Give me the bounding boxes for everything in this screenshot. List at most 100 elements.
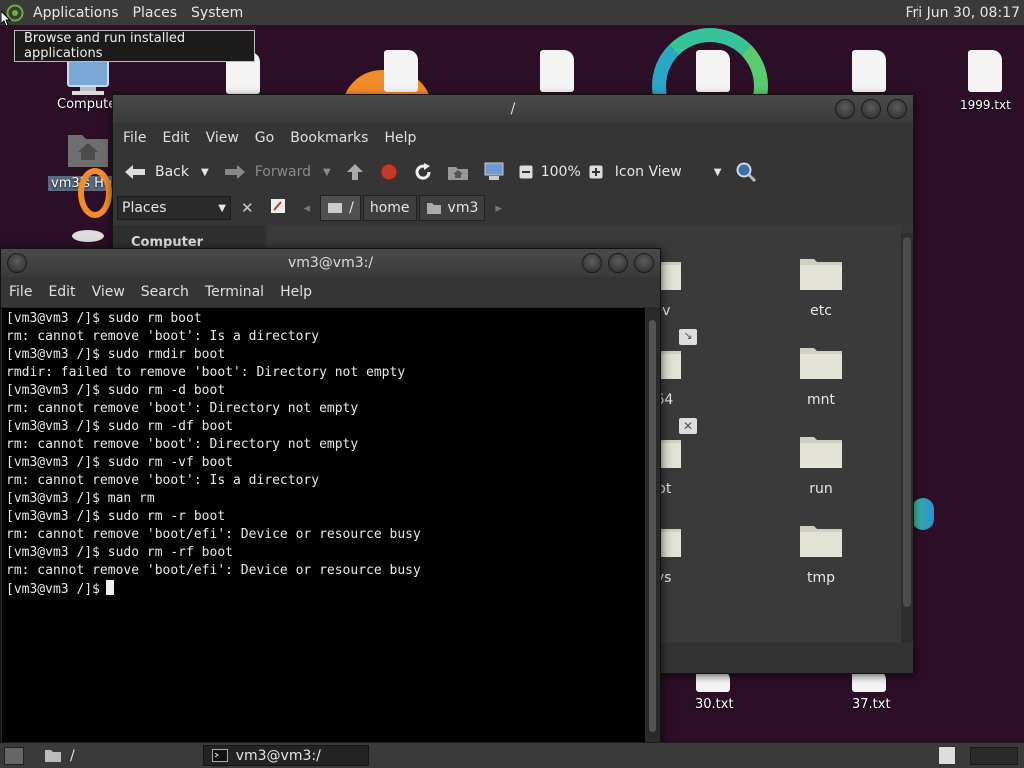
places-label: Places [122, 200, 167, 216]
forward-label: Forward [254, 164, 312, 180]
home-desktop-icon[interactable] [66, 129, 110, 173]
workspace-switcher[interactable] [970, 747, 1018, 765]
clock[interactable]: Fri Jun 30, 08:17 [905, 0, 1020, 25]
folder-run[interactable]: run [776, 433, 866, 497]
home-button[interactable] [447, 163, 469, 181]
window-title: vm3@vm3:/ [287, 255, 374, 271]
text-file-icon[interactable] [968, 50, 1002, 92]
scrollbar-thumb[interactable] [649, 320, 656, 732]
back-arrow-icon [125, 165, 145, 179]
back-history-dropdown-icon[interactable]: ▼ [201, 167, 209, 178]
sidebar-places-select[interactable]: Places ▼ [117, 196, 231, 220]
menu-terminal[interactable]: Terminal [197, 284, 272, 300]
computer-icon [67, 59, 109, 95]
view-mode-select[interactable]: Icon View ▼ [615, 164, 722, 180]
breadcrumb-home-label: home [369, 200, 410, 216]
search-button[interactable] [735, 161, 757, 183]
menu-view[interactable]: View [198, 130, 247, 146]
breadcrumb-root[interactable]: / [320, 195, 361, 221]
forward-button[interactable]: Forward ▼ [223, 162, 331, 182]
stop-button[interactable] [379, 162, 399, 182]
breadcrumb-home[interactable]: home [362, 195, 417, 221]
zoom-in-button[interactable] [589, 165, 603, 179]
back-button[interactable]: Back ▼ [123, 162, 209, 182]
folder-etc[interactable]: etc [776, 255, 866, 319]
desktop-app-icon-blue [912, 498, 934, 530]
menu-edit[interactable]: Edit [154, 130, 197, 146]
menu-bookmarks[interactable]: Bookmarks [282, 130, 376, 146]
terminal-line: rm: cannot remove 'boot/efi': Device or … [6, 527, 421, 542]
show-desktop-button[interactable] [4, 746, 24, 765]
file-manager-titlebar[interactable]: / [113, 95, 913, 123]
close-button[interactable] [887, 99, 907, 119]
folder-mnt[interactable]: mnt [776, 344, 866, 408]
edit-location-icon[interactable] [270, 198, 286, 218]
menu-help[interactable]: Help [376, 130, 424, 146]
zoom-out-button[interactable] [519, 165, 533, 179]
bottom-panel: / vm3@vm3:/ [0, 742, 1024, 768]
folder-label: run [809, 481, 833, 497]
taskbar-item-label: / [70, 747, 75, 764]
maximize-button[interactable] [861, 99, 881, 119]
menu-edit[interactable]: Edit [40, 284, 83, 300]
icon-view-scrollbar[interactable] [901, 233, 913, 643]
breadcrumb-left-arrow-icon[interactable]: ◂ [304, 201, 311, 216]
symlink-emblem-icon: ↘ [679, 329, 697, 345]
terminal-prompt-line[interactable]: [vm3@vm3 /]$ [6, 580, 645, 599]
menu-file[interactable]: File [115, 130, 154, 146]
folder-icon [800, 259, 842, 290]
window-title: / [510, 101, 516, 117]
folder-icon [800, 437, 842, 468]
trash-applet-icon[interactable] [938, 746, 956, 765]
minimize-button[interactable] [582, 253, 602, 273]
terminal-window: vm3@vm3:/ File Edit View Search Terminal… [0, 248, 661, 746]
terminal-line: [vm3@vm3 /]$ sudo rmdir boot [6, 347, 226, 362]
applications-menu[interactable]: Applications [26, 5, 126, 21]
computer-desktop-icon[interactable] [62, 59, 114, 100]
forward-arrow-icon [224, 165, 245, 179]
chevron-down-icon: ▼ [218, 202, 226, 214]
menu-search[interactable]: Search [133, 284, 197, 300]
terminal-prompt: [vm3@vm3 /]$ [6, 582, 100, 597]
back-label: Back [155, 164, 189, 180]
taskbar-item-file-manager[interactable]: / [36, 745, 83, 766]
taskbar-item-terminal[interactable]: vm3@vm3:/ [202, 745, 369, 766]
terminal-line: rm: cannot remove 'boot': Is a directory [6, 329, 320, 344]
text-file-icon[interactable] [696, 50, 730, 92]
menu-go[interactable]: Go [247, 130, 282, 146]
menu-file[interactable]: File [1, 284, 40, 300]
breadcrumb-right-arrow-icon[interactable]: ▸ [495, 201, 502, 216]
terminal-scrollbar[interactable] [646, 308, 659, 744]
maximize-button[interactable] [608, 253, 628, 273]
text-file-icon[interactable] [852, 50, 886, 92]
file-manager-menubar: File Edit View Go Bookmarks Help [113, 123, 913, 153]
drive-icon [328, 203, 343, 213]
system-menu[interactable]: System [184, 5, 250, 21]
text-file-icon[interactable] [384, 50, 418, 92]
terminal-menu-button[interactable] [7, 253, 27, 273]
close-sidebar-icon[interactable]: ✕ [241, 199, 254, 217]
places-menu[interactable]: Places [126, 5, 185, 21]
folder-label: mnt [807, 392, 835, 408]
home-folder-icon [426, 203, 441, 214]
terminal-line: [vm3@vm3 /]$ sudo rm boot [6, 311, 202, 326]
minimize-button[interactable] [835, 99, 855, 119]
terminal-line: rmdir: failed to remove 'boot': Director… [6, 365, 406, 380]
terminal-titlebar[interactable]: vm3@vm3:/ [1, 249, 660, 277]
terminal-line: [vm3@vm3 /]$ man rm [6, 491, 155, 506]
zoom-level[interactable]: 100% [541, 164, 581, 180]
forward-history-dropdown-icon[interactable]: ▼ [323, 167, 331, 178]
terminal-output[interactable]: [vm3@vm3 /]$ sudo rm boot rm: cannot remo… [2, 308, 645, 744]
scrollbar-thumb[interactable] [903, 237, 911, 607]
menu-view[interactable]: View [84, 284, 133, 300]
reload-button[interactable] [413, 162, 433, 182]
folder-tmp[interactable]: tmp [776, 522, 866, 586]
breadcrumb-vm3[interactable]: vm3 [418, 195, 486, 221]
reload-icon [415, 163, 431, 180]
menu-help[interactable]: Help [272, 284, 320, 300]
close-button[interactable] [634, 253, 654, 273]
computer-button[interactable] [483, 162, 505, 182]
zoom-in-icon [589, 165, 603, 179]
text-file-icon[interactable] [540, 50, 574, 92]
up-button[interactable] [345, 162, 365, 182]
